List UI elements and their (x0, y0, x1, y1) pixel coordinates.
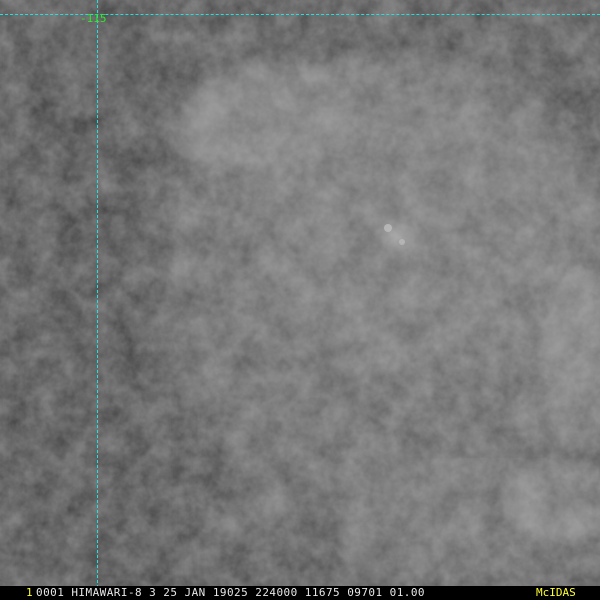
frame-number: 1 (26, 586, 33, 599)
longitude-gridline (97, 0, 98, 588)
image-metadata-text: 0001 HIMAWARI-8 3 25 JAN 19025 224000 11… (36, 586, 425, 599)
image-status-bar: 1 0001 HIMAWARI-8 3 25 JAN 19025 224000 … (0, 586, 600, 600)
satellite-cloud-imagery (0, 0, 600, 600)
satellite-image-viewer: -115 1 0001 HIMAWARI-8 3 25 JAN 19025 22… (0, 0, 600, 600)
software-label: McIDAS (536, 586, 576, 599)
longitude-label: -115 (80, 12, 107, 25)
